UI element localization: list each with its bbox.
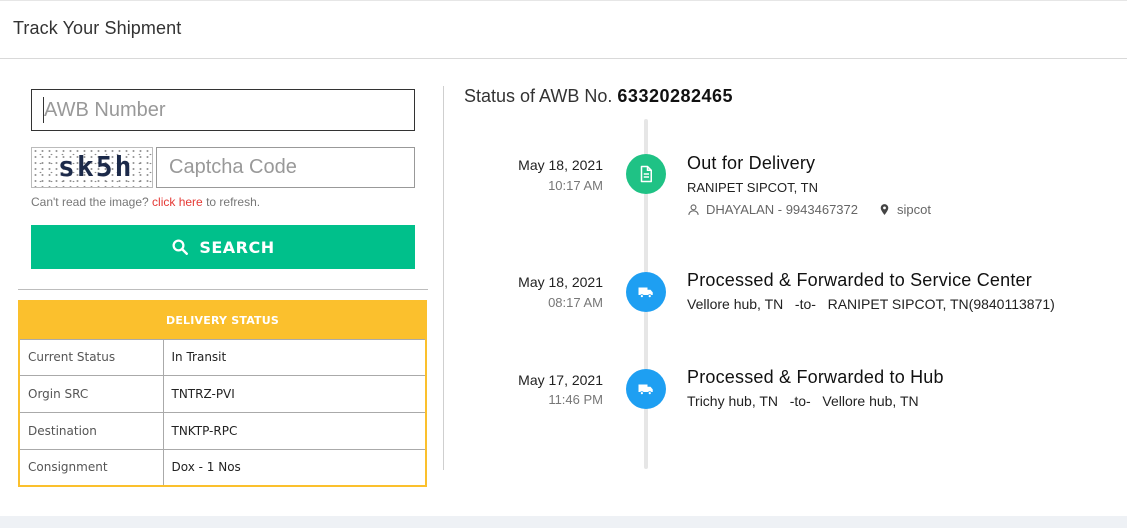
timeline-icon [626, 272, 666, 312]
delivery-status-heading: DELIVERY STATUS [19, 301, 426, 339]
search-button[interactable]: SEARCH [31, 225, 415, 269]
refresh-captcha-link[interactable]: click here [152, 195, 203, 209]
tracking-card: Track Your Shipment sk5h Can't read the … [0, 0, 1127, 516]
user-icon [688, 204, 699, 215]
search-button-label: SEARCH [199, 237, 275, 257]
event-date: May 17, 2021 [518, 372, 603, 388]
timeline-icon [626, 369, 666, 409]
awb-status-title: Status of AWB No. 63320282465 [464, 86, 733, 107]
route-to: RANIPET SIPCOT, TN(9840113871) [827, 296, 1055, 312]
route-to: Vellore hub, TN [822, 393, 919, 409]
awb-number: 63320282465 [617, 86, 734, 106]
route-to-word: -to- [789, 393, 811, 409]
route-from: Vellore hub, TN [687, 296, 784, 312]
timeline-icon [626, 154, 666, 194]
row-value: Dox - 1 Nos [162, 448, 427, 487]
event-route: Trichy hub, TN -to- Vellore hub, TN [687, 393, 919, 409]
event-meta: DHAYALAN - 9943467372 sipcot [687, 202, 931, 217]
refresh-prefix: Can't read the image? [31, 195, 149, 209]
page-title: Track Your Shipment [13, 18, 182, 38]
text-caret [43, 97, 44, 123]
refresh-suffix: to refresh. [206, 195, 261, 209]
row-value: In Transit [162, 338, 427, 376]
captcha-refresh-note: Can't read the image? click here to refr… [31, 195, 260, 209]
event-title: Out for Delivery [687, 153, 816, 173]
row-value: TNTRZ-PVI [162, 374, 427, 413]
captcha-image: sk5h [31, 147, 153, 188]
row-label: Orgin SRC [18, 374, 164, 413]
event-time: 11:46 PM [548, 392, 603, 407]
route-from: Trichy hub, TN [687, 393, 779, 409]
row-label: Destination [18, 411, 164, 450]
truck-icon [638, 287, 653, 298]
event-time: 08:17 AM [548, 295, 603, 310]
captcha-text: sk5h [58, 150, 134, 183]
row-label: Current Status [18, 338, 164, 376]
table-row: Destination TNKTP-RPC [18, 411, 427, 450]
awb-number-input[interactable] [31, 89, 415, 131]
table-row: Orgin SRC TNTRZ-PVI [18, 374, 427, 413]
captcha-code-input[interactable] [156, 147, 415, 188]
map-pin-icon [880, 204, 889, 215]
document-icon [640, 165, 652, 183]
delivery-status-table: DELIVERY STATUS Current Status In Transi… [18, 300, 427, 487]
vertical-divider [443, 86, 444, 470]
row-label: Consignment [18, 448, 164, 487]
event-title: Processed & Forwarded to Hub [687, 367, 944, 387]
awb-status-prefix: Status of AWB No. [464, 86, 613, 106]
event-place: sipcot [897, 202, 931, 217]
event-route: Vellore hub, TN -to- RANIPET SIPCOT, TN(… [687, 296, 1055, 312]
route-to-word: -to- [794, 296, 816, 312]
table-row: Current Status In Transit [18, 338, 427, 376]
event-location: RANIPET SIPCOT, TN [687, 180, 818, 195]
truck-icon [638, 384, 653, 395]
left-divider [18, 289, 428, 290]
row-value: TNKTP-RPC [162, 411, 427, 450]
event-date: May 18, 2021 [518, 157, 603, 173]
event-date: May 18, 2021 [518, 274, 603, 290]
event-time: 10:17 AM [548, 178, 603, 193]
event-title: Processed & Forwarded to Service Center [687, 270, 1032, 290]
search-icon [172, 239, 189, 255]
page-header: Track Your Shipment [0, 1, 1127, 59]
table-row: Consignment Dox - 1 Nos [18, 448, 427, 487]
event-person: DHAYALAN - 9943467372 [706, 202, 859, 217]
